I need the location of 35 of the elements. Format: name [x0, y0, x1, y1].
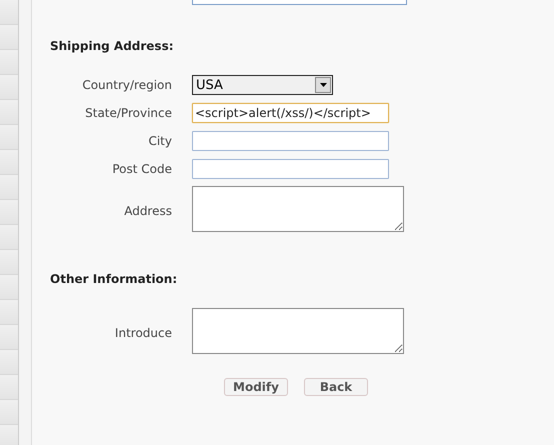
country-dropdown[interactable]: USA: [192, 75, 333, 95]
text-field[interactable]: <script>alert(/xss/)</script>: [192, 103, 389, 123]
sidebar-row[interactable]: [0, 350, 18, 375]
modify-button[interactable]: Modify: [224, 378, 288, 396]
back-button[interactable]: Back: [304, 378, 368, 396]
field-label: Introduce: [114, 326, 172, 340]
field-label: Address: [123, 204, 172, 218]
sidebar-row[interactable]: [0, 425, 18, 445]
sidebar-row[interactable]: [0, 25, 18, 50]
sidebar-row[interactable]: [0, 125, 18, 150]
sidebar-row[interactable]: [0, 150, 18, 175]
field-label: Country/region: [81, 78, 172, 92]
sidebar-row[interactable]: [0, 275, 18, 300]
sidebar-row[interactable]: [0, 375, 18, 400]
field-label: Post Code: [111, 162, 172, 176]
sidebar-row[interactable]: [0, 175, 18, 200]
sidebar-row[interactable]: [0, 50, 18, 75]
field-label: City: [147, 134, 172, 148]
sidebar-row[interactable]: [0, 0, 18, 25]
text-area[interactable]: [192, 186, 404, 232]
field-label: State/Province: [84, 106, 172, 120]
caret-icon: [320, 83, 326, 87]
sidebar-row[interactable]: [0, 400, 18, 425]
text-field[interactable]: [192, 131, 389, 151]
section-heading: Shipping Address:: [50, 39, 175, 53]
sidebar-row[interactable]: [0, 250, 18, 275]
text-field[interactable]: [192, 159, 389, 179]
section-heading: Other Information:: [50, 272, 178, 286]
sidebar-row[interactable]: [0, 300, 18, 325]
sidebar-row[interactable]: [0, 325, 18, 350]
text-area[interactable]: [192, 308, 404, 354]
sidebar-row[interactable]: [0, 100, 18, 125]
sidebar-row[interactable]: [0, 200, 18, 225]
sidebar-row[interactable]: [0, 75, 18, 100]
sidebar-row[interactable]: [0, 225, 18, 250]
